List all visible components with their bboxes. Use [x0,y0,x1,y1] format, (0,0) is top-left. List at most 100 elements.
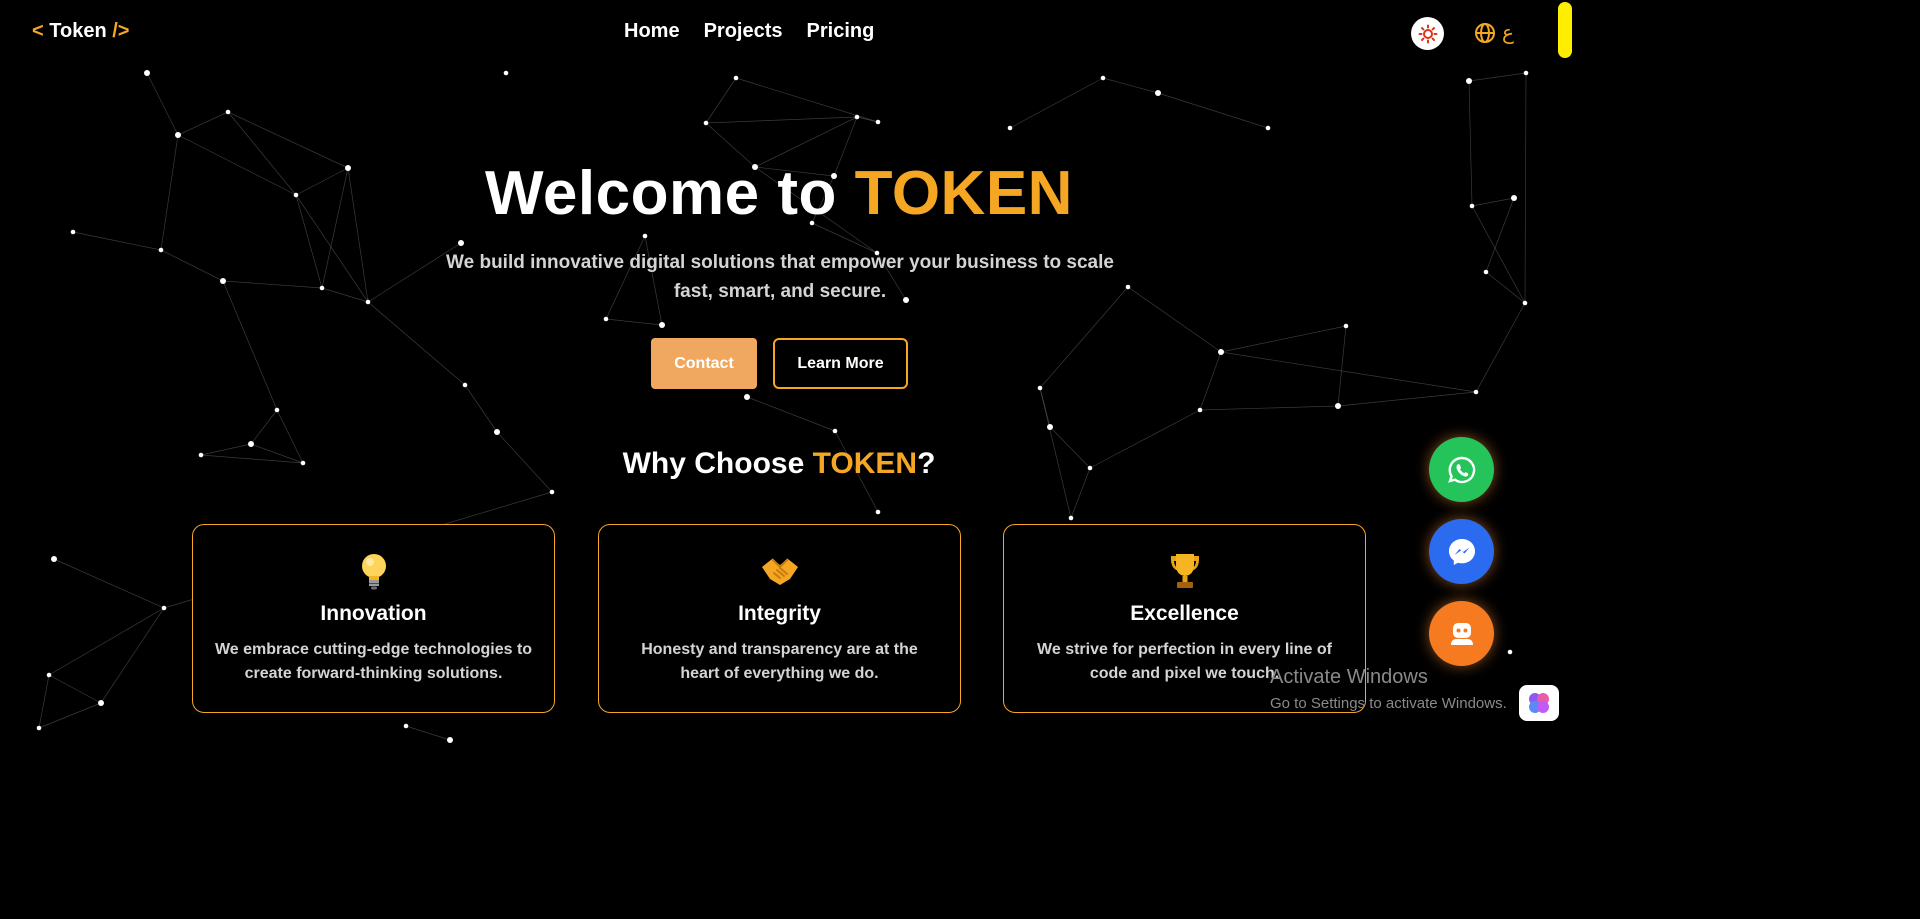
network-node [1335,403,1341,409]
network-link [1220,325,1347,353]
network-node [1507,649,1513,655]
network-link [1220,351,1477,393]
network-node [447,737,453,743]
hero-subtitle: We build innovative digital solutions th… [446,252,1114,302]
learn-more-button[interactable]: Learn More [773,338,908,389]
nav-link-pricing[interactable]: Pricing [807,20,875,43]
whatsapp-icon [1447,456,1475,483]
network-node [220,278,226,284]
sun-icon [1418,24,1437,43]
card-text: Honesty and transparency are at the hear… [641,641,918,682]
network-node [98,700,104,706]
card-title: Innovation [320,602,427,625]
network-link [1009,77,1104,129]
handshake-icon [761,558,798,585]
brain-icon [1529,693,1549,713]
network-node [503,70,509,76]
network-link [1157,92,1269,129]
hero-title-accent: TOKEN [854,159,1073,228]
network-node [1197,407,1203,413]
hero-title-prefix: Welcome to [485,159,837,228]
network-link [405,725,451,741]
network-node [642,233,648,239]
nav-links: Home Projects Pricing [624,20,874,43]
network-link [1102,77,1159,94]
brand-logo[interactable]: < Token /> [32,20,129,43]
network-node [158,247,164,253]
network-link [100,607,165,704]
network-node [1523,70,1529,76]
theme-toggle-button[interactable] [1411,17,1444,50]
contact-button[interactable]: Contact [651,338,757,389]
network-node [51,556,57,562]
network-link [367,301,466,386]
network-link [38,674,50,729]
globe-icon [1475,22,1495,43]
messenger-icon [1448,538,1475,565]
network-node [1100,75,1106,81]
nav-link-home[interactable]: Home [624,20,680,43]
lightbulb-icon [361,554,386,590]
network-link [222,280,323,289]
why-title-suffix: ? [917,447,936,480]
messenger-button[interactable] [1429,519,1494,584]
network-node [70,229,76,235]
network-link [1337,325,1347,407]
network-node [1522,300,1528,306]
network-node [875,119,881,125]
network-node [875,509,881,515]
network-link [48,607,165,676]
network-link [746,396,836,432]
network-node [1466,78,1472,84]
network-node [854,114,860,120]
assistant-app-icon[interactable] [1519,685,1559,721]
network-node [603,316,609,322]
windows-activation-watermark: Activate Windows Go to Settings to activ… [1270,666,1507,712]
network-link [464,384,498,433]
logo-open-bracket: < [32,20,44,42]
feature-card-innovation: Innovation We embrace cutting-edge techn… [192,524,555,713]
why-title-prefix: Why Choose [622,447,813,480]
network-link [160,249,224,282]
chatbot-icon [1450,622,1473,645]
top-navbar: < Token /> Home Projects Pricing ع [0,0,1572,66]
network-node [744,394,750,400]
network-link [1199,351,1222,411]
whatsapp-button[interactable] [1429,437,1494,502]
network-link [1475,302,1526,393]
card-title: Excellence [1130,602,1239,625]
logo-name: Token [49,20,107,42]
network-link [177,111,229,136]
network-node [1473,389,1479,395]
watermark-line-1: Activate Windows [1270,666,1428,688]
language-label: ع [1502,22,1514,44]
network-link [705,116,858,124]
network-node [36,725,42,731]
nav-link-projects[interactable]: Projects [704,20,783,43]
network-link [705,77,737,124]
network-node [1068,515,1074,521]
network-node [144,70,150,76]
network-node [46,672,52,678]
network-link [38,702,102,729]
edge-scroll-indicator [1558,2,1572,58]
network-link [72,231,162,251]
chatbot-button[interactable] [1429,601,1494,666]
network-node [274,407,280,413]
network-node [549,489,555,495]
network-link [1468,72,1527,82]
network-link [1199,405,1339,411]
network-link [53,558,165,609]
network-link [146,72,179,136]
network-node [365,299,371,305]
network-node [494,429,500,435]
network-node [175,132,181,138]
network-node [1265,125,1271,131]
card-text: We embrace cutting-edge technologies to … [214,641,533,682]
network-node [1343,323,1349,329]
language-switcher[interactable]: ع [1474,20,1514,45]
logo-close-bracket: /> [112,20,130,42]
network-node [1007,125,1013,131]
network-node [1155,90,1161,96]
network-link [1127,286,1222,353]
